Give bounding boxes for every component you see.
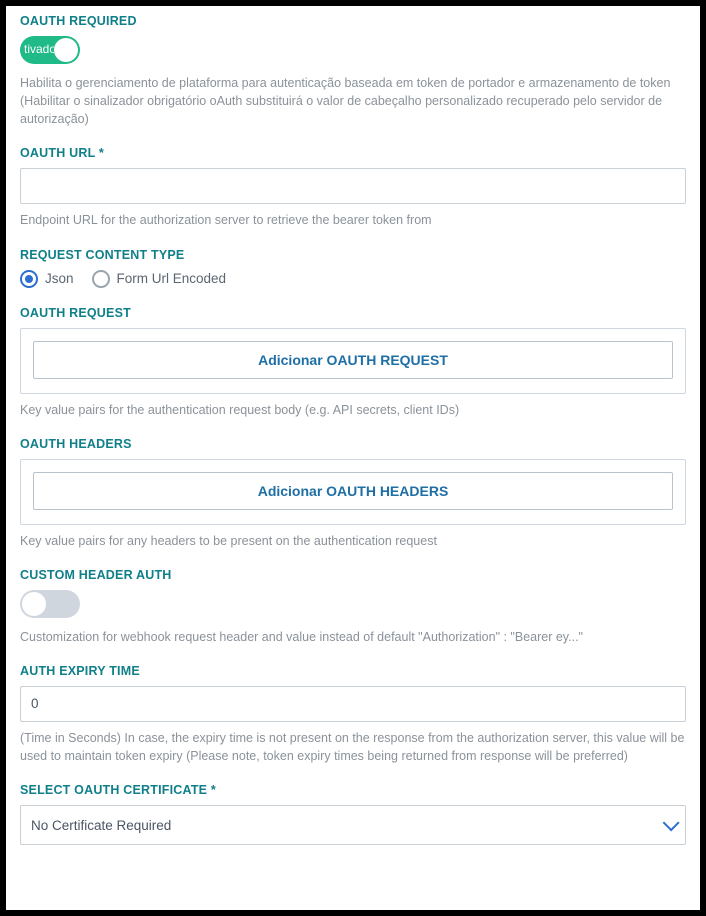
oauth-settings-panel: OAUTH REQUIRED tivado Habilita o gerenci… (6, 6, 700, 910)
auth-expiry-input[interactable] (20, 686, 686, 722)
radio-json-label: Json (45, 271, 74, 286)
chevron-down-icon (663, 815, 680, 832)
content-type-radio-group: Json Form Url Encoded (20, 270, 686, 288)
oauth-required-label: OAUTH REQUIRED (20, 14, 686, 28)
request-content-type-label: REQUEST CONTENT TYPE (20, 248, 686, 262)
select-cert-value: No Certificate Required (31, 818, 171, 833)
oauth-request-label: OAUTH REQUEST (20, 306, 686, 320)
oauth-headers-box: Adicionar OAUTH HEADERS (20, 459, 686, 525)
auth-expiry-label: AUTH EXPIRY TIME (20, 664, 686, 678)
oauth-url-help: Endpoint URL for the authorization serve… (20, 211, 686, 229)
oauth-required-help: Habilita o gerenciamento de plataforma p… (20, 74, 686, 128)
toggle-state-text: tivado (24, 42, 54, 56)
radio-form-label: Form Url Encoded (117, 271, 227, 286)
radio-icon (20, 270, 38, 288)
custom-header-auth-help: Customization for webhook request header… (20, 628, 686, 646)
select-cert-dropdown[interactable]: No Certificate Required (20, 805, 686, 845)
select-cert-label: SELECT OAUTH CERTIFICATE * (20, 783, 686, 797)
oauth-request-help: Key value pairs for the authentication r… (20, 401, 686, 419)
custom-header-auth-label: CUSTOM HEADER AUTH (20, 568, 686, 582)
radio-json[interactable]: Json (20, 270, 74, 288)
oauth-url-label: OAUTH URL * (20, 146, 686, 160)
auth-expiry-help: (Time in Seconds) In case, the expiry ti… (20, 729, 686, 765)
oauth-required-toggle[interactable]: tivado (20, 36, 80, 64)
oauth-request-box: Adicionar OAUTH REQUEST (20, 328, 686, 394)
custom-header-auth-toggle[interactable] (20, 590, 80, 618)
oauth-headers-label: OAUTH HEADERS (20, 437, 686, 451)
toggle-knob (22, 592, 46, 616)
radio-icon (92, 270, 110, 288)
oauth-headers-help: Key value pairs for any headers to be pr… (20, 532, 686, 550)
toggle-knob (54, 38, 78, 62)
oauth-url-input[interactable] (20, 168, 686, 204)
add-oauth-request-button[interactable]: Adicionar OAUTH REQUEST (33, 341, 673, 379)
add-oauth-headers-button[interactable]: Adicionar OAUTH HEADERS (33, 472, 673, 510)
radio-form-url-encoded[interactable]: Form Url Encoded (92, 270, 227, 288)
